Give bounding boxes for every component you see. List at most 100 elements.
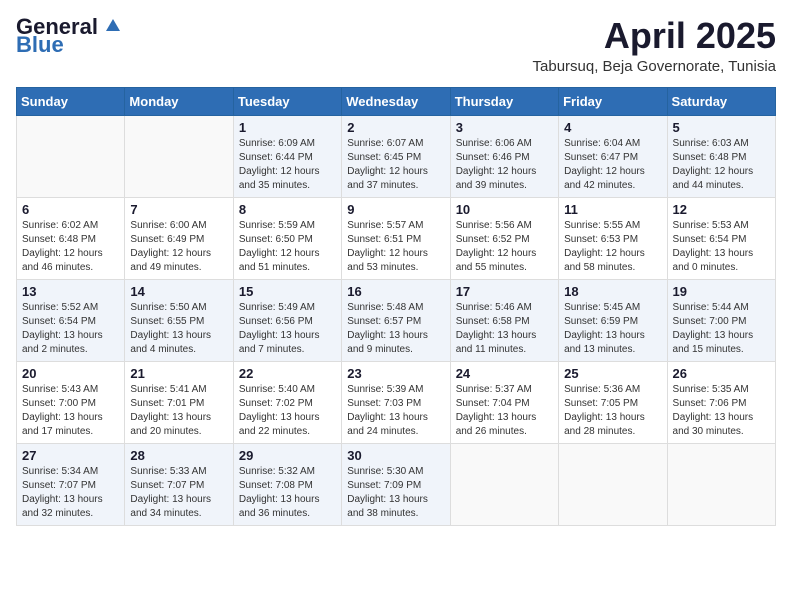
day-number: 13	[22, 284, 119, 299]
calendar-day-cell: 30 Sunrise: 5:30 AMSunset: 7:09 PMDayligh…	[342, 443, 450, 525]
calendar-day-cell: 8 Sunrise: 5:59 AMSunset: 6:50 PMDaylight…	[233, 197, 341, 279]
calendar-day-cell: 27 Sunrise: 5:34 AMSunset: 7:07 PMDayligh…	[17, 443, 125, 525]
calendar-day-cell: 25 Sunrise: 5:36 AMSunset: 7:05 PMDayligh…	[559, 361, 667, 443]
day-number: 8	[239, 202, 336, 217]
day-number: 14	[130, 284, 227, 299]
day-number: 15	[239, 284, 336, 299]
day-info: Sunrise: 5:45 AMSunset: 6:59 PMDaylight:…	[564, 301, 661, 357]
day-number: 22	[239, 366, 336, 381]
calendar-week-row: 13 Sunrise: 5:52 AMSunset: 6:54 PMDayligh…	[17, 279, 776, 361]
day-number: 11	[564, 202, 661, 217]
day-info: Sunrise: 5:43 AMSunset: 7:00 PMDaylight:…	[22, 383, 119, 439]
calendar-day-cell: 23Sunrise: 5:39 AMSunset: 7:03 PMDayligh…	[342, 361, 450, 443]
day-info: Sunrise: 6:06 AMSunset: 6:46 PMDaylight:…	[456, 137, 553, 193]
calendar-day-cell: 29 Sunrise: 5:32 AMSunset: 7:08 PMDayligh…	[233, 443, 341, 525]
day-number: 17	[456, 284, 553, 299]
calendar-day-cell: 13 Sunrise: 5:52 AMSunset: 6:54 PMDayligh…	[17, 279, 125, 361]
day-number: 24	[456, 366, 553, 381]
calendar-day-cell	[125, 115, 233, 197]
calendar-day-cell: 22Sunrise: 5:40 AMSunset: 7:02 PMDayligh…	[233, 361, 341, 443]
day-number: 18	[564, 284, 661, 299]
calendar-day-cell	[667, 443, 775, 525]
day-info: Sunrise: 5:39 AMSunset: 7:03 PMDaylight:…	[347, 383, 444, 439]
day-number: 26	[673, 366, 770, 381]
day-info: Sunrise: 5:37 AMSunset: 7:04 PMDaylight:…	[456, 383, 553, 439]
day-info: Sunrise: 5:46 AMSunset: 6:58 PMDaylight:…	[456, 301, 553, 357]
calendar-week-row: 20Sunrise: 5:43 AMSunset: 7:00 PMDayligh…	[17, 361, 776, 443]
calendar-week-row: 1 Sunrise: 6:09 AMSunset: 6:44 PMDaylight…	[17, 115, 776, 197]
day-number: 4	[564, 120, 661, 135]
calendar-day-cell: 28Sunrise: 5:33 AMSunset: 7:07 PMDayligh…	[125, 443, 233, 525]
day-info: Sunrise: 6:03 AMSunset: 6:48 PMDaylight:…	[673, 137, 770, 193]
calendar-day-cell: 18 Sunrise: 5:45 AMSunset: 6:59 PMDayligh…	[559, 279, 667, 361]
day-number: 25	[564, 366, 661, 381]
day-info: Sunrise: 5:35 AMSunset: 7:06 PMDaylight:…	[673, 383, 770, 439]
calendar-day-cell: 21 Sunrise: 5:41 AMSunset: 7:01 PMDayligh…	[125, 361, 233, 443]
calendar-header-row: SundayMondayTuesdayWednesdayThursdayFrid…	[17, 87, 776, 115]
calendar-day-cell: 12 Sunrise: 5:53 AMSunset: 6:54 PMDayligh…	[667, 197, 775, 279]
day-info: Sunrise: 5:36 AMSunset: 7:05 PMDaylight:…	[564, 383, 661, 439]
day-info: Sunrise: 6:09 AMSunset: 6:44 PMDaylight:…	[239, 137, 336, 193]
day-number: 2	[347, 120, 444, 135]
calendar-table: SundayMondayTuesdayWednesdayThursdayFrid…	[16, 87, 776, 526]
weekday-header-thursday: Thursday	[450, 87, 558, 115]
calendar-day-cell: 20Sunrise: 5:43 AMSunset: 7:00 PMDayligh…	[17, 361, 125, 443]
calendar-day-cell: 14 Sunrise: 5:50 AMSunset: 6:55 PMDayligh…	[125, 279, 233, 361]
calendar-day-cell: 4 Sunrise: 6:04 AMSunset: 6:47 PMDaylight…	[559, 115, 667, 197]
day-number: 19	[673, 284, 770, 299]
day-info: Sunrise: 6:04 AMSunset: 6:47 PMDaylight:…	[564, 137, 661, 193]
calendar-day-cell: 19 Sunrise: 5:44 AMSunset: 7:00 PMDayligh…	[667, 279, 775, 361]
day-number: 6	[22, 202, 119, 217]
day-number: 9	[347, 202, 444, 217]
day-number: 7	[130, 202, 227, 217]
calendar-day-cell: 16Sunrise: 5:48 AMSunset: 6:57 PMDayligh…	[342, 279, 450, 361]
calendar-day-cell: 26 Sunrise: 5:35 AMSunset: 7:06 PMDayligh…	[667, 361, 775, 443]
day-number: 1	[239, 120, 336, 135]
day-number: 29	[239, 448, 336, 463]
day-info: Sunrise: 5:41 AMSunset: 7:01 PMDaylight:…	[130, 383, 227, 439]
day-number: 10	[456, 202, 553, 217]
weekday-header-sunday: Sunday	[17, 87, 125, 115]
calendar-day-cell: 7 Sunrise: 6:00 AMSunset: 6:49 PMDaylight…	[125, 197, 233, 279]
weekday-header-monday: Monday	[125, 87, 233, 115]
day-info: Sunrise: 5:44 AMSunset: 7:00 PMDaylight:…	[673, 301, 770, 357]
page-header: General Blue April 2025 Tabursuq, Beja G…	[16, 16, 776, 75]
logo-blue-text: Blue	[16, 34, 64, 56]
calendar-day-cell: 6 Sunrise: 6:02 AMSunset: 6:48 PMDaylight…	[17, 197, 125, 279]
day-number: 5	[673, 120, 770, 135]
day-info: Sunrise: 5:52 AMSunset: 6:54 PMDaylight:…	[22, 301, 119, 357]
day-info: Sunrise: 5:50 AMSunset: 6:55 PMDaylight:…	[130, 301, 227, 357]
day-info: Sunrise: 5:49 AMSunset: 6:56 PMDaylight:…	[239, 301, 336, 357]
day-info: Sunrise: 6:02 AMSunset: 6:48 PMDaylight:…	[22, 219, 119, 275]
day-info: Sunrise: 6:00 AMSunset: 6:49 PMDaylight:…	[130, 219, 227, 275]
calendar-day-cell: 5 Sunrise: 6:03 AMSunset: 6:48 PMDaylight…	[667, 115, 775, 197]
calendar-day-cell: 24 Sunrise: 5:37 AMSunset: 7:04 PMDayligh…	[450, 361, 558, 443]
day-number: 27	[22, 448, 119, 463]
weekday-header-tuesday: Tuesday	[233, 87, 341, 115]
month-title: April 2025	[533, 16, 776, 56]
day-info: Sunrise: 5:53 AMSunset: 6:54 PMDaylight:…	[673, 219, 770, 275]
weekday-header-saturday: Saturday	[667, 87, 775, 115]
day-info: Sunrise: 5:59 AMSunset: 6:50 PMDaylight:…	[239, 219, 336, 275]
day-number: 16	[347, 284, 444, 299]
day-number: 3	[456, 120, 553, 135]
logo-icon	[102, 15, 124, 37]
calendar-day-cell	[559, 443, 667, 525]
calendar-week-row: 27 Sunrise: 5:34 AMSunset: 7:07 PMDayligh…	[17, 443, 776, 525]
day-number: 12	[673, 202, 770, 217]
location-subtitle: Tabursuq, Beja Governorate, Tunisia	[533, 58, 776, 75]
calendar-day-cell: 1 Sunrise: 6:09 AMSunset: 6:44 PMDaylight…	[233, 115, 341, 197]
day-info: Sunrise: 6:07 AMSunset: 6:45 PMDaylight:…	[347, 137, 444, 193]
day-info: Sunrise: 5:32 AMSunset: 7:08 PMDaylight:…	[239, 465, 336, 521]
day-info: Sunrise: 5:30 AMSunset: 7:09 PMDaylight:…	[347, 465, 444, 521]
logo: General Blue	[16, 16, 124, 56]
calendar-day-cell	[450, 443, 558, 525]
calendar-day-cell: 15 Sunrise: 5:49 AMSunset: 6:56 PMDayligh…	[233, 279, 341, 361]
calendar-day-cell: 9Sunrise: 5:57 AMSunset: 6:51 PMDaylight…	[342, 197, 450, 279]
calendar-week-row: 6 Sunrise: 6:02 AMSunset: 6:48 PMDaylight…	[17, 197, 776, 279]
day-info: Sunrise: 5:34 AMSunset: 7:07 PMDaylight:…	[22, 465, 119, 521]
day-info: Sunrise: 5:56 AMSunset: 6:52 PMDaylight:…	[456, 219, 553, 275]
title-area: April 2025 Tabursuq, Beja Governorate, T…	[533, 16, 776, 75]
day-number: 21	[130, 366, 227, 381]
day-number: 30	[347, 448, 444, 463]
